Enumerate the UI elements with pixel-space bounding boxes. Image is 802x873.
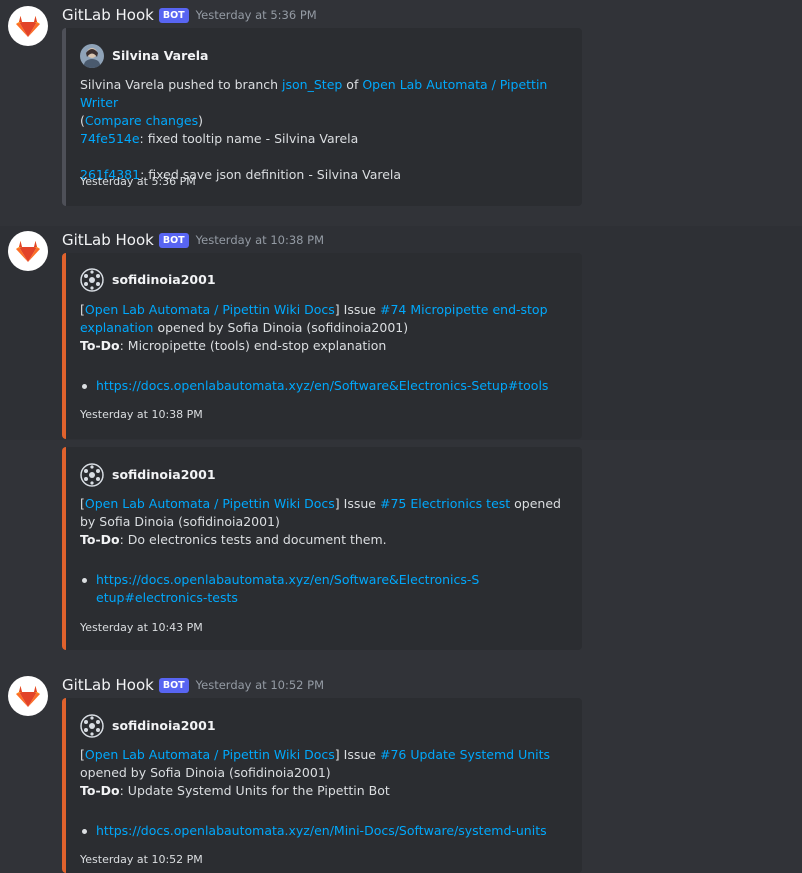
issue-link[interactable]: #75 Electrionics test: [380, 496, 510, 511]
text-fragment: opened by Sofia Dinoia (sofidinoia2001): [153, 320, 409, 335]
message-timestamp[interactable]: Yesterday at 10:38 PM: [196, 233, 324, 247]
message-header: GitLab Hook BOT Yesterday at 5:36 PM: [62, 5, 317, 25]
todo-text: : Update Systemd Units for the Pipettin …: [119, 783, 390, 798]
bullet-dot: [82, 829, 87, 834]
bullet-dot: [82, 384, 87, 389]
todo-text: : Micropipette (tools) end-stop explanat…: [119, 338, 387, 353]
embed-description: [Open Lab Automata / Pipettin Wiki Docs]…: [80, 495, 566, 549]
embed-author: Silvina Varela: [80, 44, 208, 68]
todo-label: To-Do: [80, 338, 120, 353]
text-fragment: Issue: [339, 747, 380, 762]
username[interactable]: GitLab Hook: [62, 231, 154, 249]
list-item: https://docs.openlabautomata.xyz/en/Soft…: [80, 377, 566, 395]
list-item: https://docs.openlabautomata.xyz/en/Soft…: [80, 571, 480, 607]
bot-tag: BOT: [158, 7, 189, 23]
identicon-icon: [80, 268, 104, 292]
docs-link[interactable]: https://docs.openlabautomata.xyz/en/Mini…: [96, 823, 547, 838]
gitlab-avatar[interactable]: [8, 676, 48, 716]
compare-line: (Compare changes): [80, 112, 566, 130]
push-embed: Silvina Varela Silvina Varela pushed to …: [62, 28, 582, 206]
gitlab-fox-icon: [16, 686, 40, 707]
compare-changes-link[interactable]: Compare changes: [85, 113, 198, 128]
author-name[interactable]: Silvina Varela: [112, 47, 208, 65]
bullet-dot: [82, 578, 87, 583]
todo-line: To-Do: Micropipette (tools) end-stop exp…: [80, 337, 566, 355]
embed-footer: Yesterday at 10:38 PM: [80, 408, 203, 421]
gitlab-fox-icon: [16, 241, 40, 262]
issue-embed: sofidinoia2001 [Open Lab Automata / Pipe…: [62, 447, 582, 650]
text-fragment: Issue: [339, 496, 380, 511]
author-name[interactable]: sofidinoia2001: [112, 271, 216, 289]
issue-embed: sofidinoia2001 [Open Lab Automata / Pipe…: [62, 253, 582, 439]
issue-line: [Open Lab Automata / Pipettin Wiki Docs]…: [80, 301, 566, 337]
embed-footer: Yesterday at 10:52 PM: [80, 853, 203, 866]
message-header: GitLab Hook BOT Yesterday at 10:52 PM: [62, 675, 324, 695]
docs-link[interactable]: https://docs.openlabautomata.xyz/en/Soft…: [96, 378, 548, 393]
embed-footer: Yesterday at 5:36 PM: [80, 175, 196, 188]
issue-link[interactable]: #76 Update Systemd Units: [380, 747, 550, 762]
repo-link[interactable]: Open Lab Automata / Pipettin Wiki Docs: [85, 496, 335, 511]
embed-description: [Open Lab Automata / Pipettin Wiki Docs]…: [80, 746, 566, 800]
list-item: https://docs.openlabautomata.xyz/en/Mini…: [80, 822, 566, 840]
text-fragment: ): [198, 113, 203, 128]
todo-line: To-Do: Update Systemd Units for the Pipe…: [80, 782, 566, 800]
message-timestamp[interactable]: Yesterday at 10:52 PM: [196, 678, 324, 692]
commit-hash-link[interactable]: 74fe514e: [80, 131, 140, 146]
message-timestamp[interactable]: Yesterday at 5:36 PM: [196, 8, 317, 22]
text-fragment: Silvina Varela pushed to branch: [80, 77, 283, 92]
text-fragment: opened by Sofia Dinoia (sofidinoia2001): [80, 765, 331, 780]
username[interactable]: GitLab Hook: [62, 676, 154, 694]
identicon-icon: [80, 714, 104, 738]
identicon-icon: [80, 463, 104, 487]
todo-line: To-Do: Do electronics tests and document…: [80, 531, 566, 549]
author-avatar: [80, 44, 104, 68]
embed-author: sofidinoia2001: [80, 714, 216, 738]
message-header: GitLab Hook BOT Yesterday at 10:38 PM: [62, 230, 324, 250]
issue-embed: sofidinoia2001 [Open Lab Automata / Pipe…: [62, 698, 582, 873]
embed-description: [Open Lab Automata / Pipettin Wiki Docs]…: [80, 301, 566, 355]
issue-line: [Open Lab Automata / Pipettin Wiki Docs]…: [80, 495, 566, 531]
commit-line: 74fe514e: fixed tooltip name - Silvina V…: [80, 130, 566, 148]
embed-author: sofidinoia2001: [80, 268, 216, 292]
push-summary-line: Silvina Varela pushed to branch json_Ste…: [80, 76, 566, 112]
repo-link[interactable]: Open Lab Automata / Pipettin Wiki Docs: [85, 747, 335, 762]
branch-link[interactable]: json_Step: [282, 77, 342, 92]
todo-label: To-Do: [80, 783, 120, 798]
embed-author: sofidinoia2001: [80, 463, 216, 487]
text-fragment: of: [342, 77, 363, 92]
todo-text: : Do electronics tests and document them…: [119, 532, 387, 547]
bot-tag: BOT: [158, 677, 189, 693]
commit-message: : fixed tooltip name - Silvina Varela: [139, 131, 359, 146]
embed-description: Silvina Varela pushed to branch json_Ste…: [80, 76, 566, 184]
gitlab-avatar[interactable]: [8, 231, 48, 271]
author-name[interactable]: sofidinoia2001: [112, 466, 216, 484]
repo-link[interactable]: Open Lab Automata / Pipettin Wiki Docs: [85, 302, 335, 317]
docs-link[interactable]: https://docs.openlabautomata.xyz/en/Soft…: [96, 572, 479, 605]
author-name[interactable]: sofidinoia2001: [112, 717, 216, 735]
text-fragment: Issue: [339, 302, 380, 317]
todo-label: To-Do: [80, 532, 120, 547]
bot-tag: BOT: [158, 232, 189, 248]
gitlab-avatar[interactable]: [8, 6, 48, 46]
gitlab-fox-icon: [16, 16, 40, 37]
embed-footer: Yesterday at 10:43 PM: [80, 621, 203, 634]
issue-line: [Open Lab Automata / Pipettin Wiki Docs]…: [80, 746, 566, 782]
username[interactable]: GitLab Hook: [62, 6, 154, 24]
